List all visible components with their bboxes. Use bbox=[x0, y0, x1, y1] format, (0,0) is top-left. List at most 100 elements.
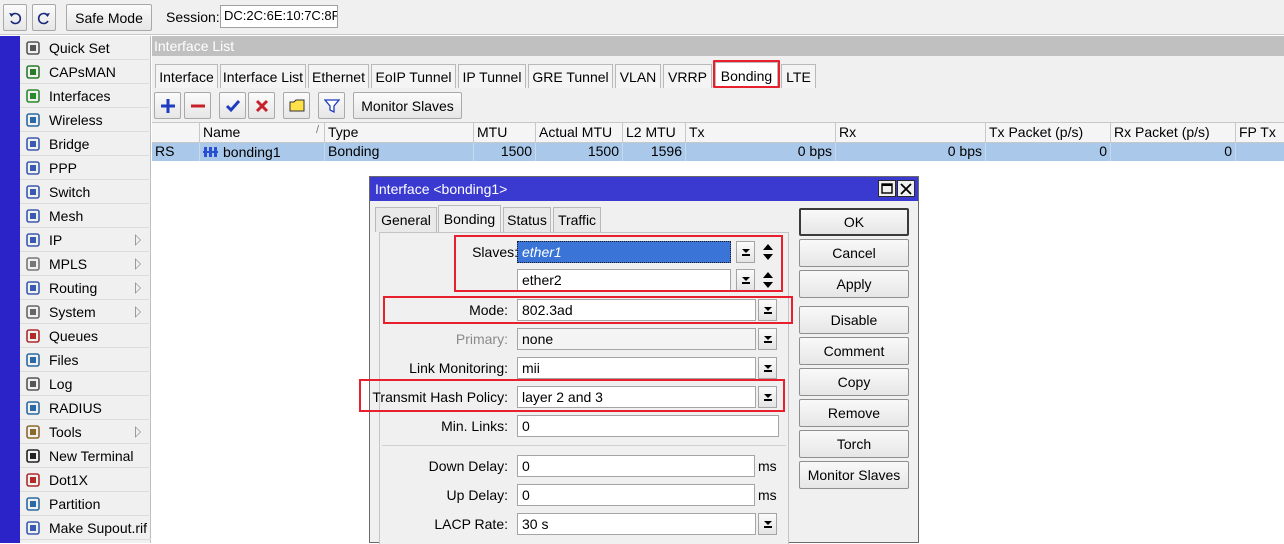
enable-button[interactable] bbox=[219, 92, 246, 119]
up-delay-input[interactable]: 0 bbox=[517, 484, 755, 506]
copy-button[interactable]: Copy bbox=[799, 368, 909, 396]
tab-lte[interactable]: LTE bbox=[781, 64, 816, 88]
tab-eoip-tunnel[interactable]: EoIP Tunnel bbox=[371, 64, 456, 88]
tab-interface-list[interactable]: Interface List bbox=[220, 64, 306, 88]
tab-label: Ethernet bbox=[312, 68, 365, 85]
tab-gre-tunnel[interactable]: GRE Tunnel bbox=[528, 64, 613, 88]
sidebar-item-files[interactable]: Files bbox=[20, 348, 151, 372]
sidebar-item-dot1x[interactable]: Dot1X bbox=[20, 468, 151, 492]
column-tx-packet[interactable]: Tx Packet (p/s) bbox=[986, 123, 1111, 143]
sidebar-item-partition[interactable]: Partition bbox=[20, 492, 151, 516]
link-monitoring-select[interactable]: mii bbox=[517, 357, 756, 379]
dialog-tab-status[interactable]: Status bbox=[503, 207, 551, 232]
remove-button[interactable]: Remove bbox=[799, 399, 909, 427]
tab-ip-tunnel[interactable]: IP Tunnel bbox=[458, 64, 526, 88]
sidebar-item-mpls[interactable]: MPLS bbox=[20, 252, 151, 276]
comment-button[interactable]: Comment bbox=[799, 337, 909, 365]
monitor-slaves-button[interactable]: Monitor Slaves bbox=[353, 92, 462, 119]
sidebar-item-ppp[interactable]: PPP bbox=[20, 156, 151, 180]
cell-flags: RS bbox=[152, 143, 200, 161]
button-label: Monitor Slaves bbox=[807, 467, 901, 483]
dialog-tab-traffic[interactable]: Traffic bbox=[553, 207, 601, 232]
sidebar-item-label: Tools bbox=[49, 423, 82, 440]
system-icon bbox=[24, 303, 42, 321]
sidebar-item-tools[interactable]: Tools bbox=[20, 420, 151, 444]
sidebar-item-wireless[interactable]: Wireless bbox=[20, 108, 151, 132]
column-rx-packet[interactable]: Rx Packet (p/s) bbox=[1111, 123, 1236, 143]
lacp-rate-select[interactable]: 30 s bbox=[517, 513, 756, 535]
sidebar-item-make-supout-rif[interactable]: Make Supout.rif bbox=[20, 516, 151, 540]
redo-button[interactable] bbox=[32, 4, 56, 31]
torch-button[interactable]: Torch bbox=[799, 430, 909, 458]
submenu-arrow-icon bbox=[135, 234, 141, 246]
tab-interface[interactable]: Interface bbox=[155, 64, 218, 88]
session-label: Session: bbox=[166, 9, 220, 25]
table-row[interactable]: RS bonding1 Bonding 1500 1500 1596 0 bps… bbox=[152, 143, 1284, 161]
sidebar-item-label: MPLS bbox=[49, 255, 88, 272]
cancel-button[interactable]: Cancel bbox=[799, 239, 909, 267]
sidebar-item-bridge[interactable]: Bridge bbox=[20, 132, 151, 156]
link-monitoring-dropdown[interactable] bbox=[758, 357, 777, 379]
capsman-icon bbox=[24, 63, 42, 81]
interface-dialog: Interface <bonding1> General Bonding Sta… bbox=[359, 176, 919, 544]
remove-button[interactable] bbox=[184, 92, 211, 119]
dialog-tab-bonding[interactable]: Bonding bbox=[438, 205, 501, 232]
sidebar-item-switch[interactable]: Switch bbox=[20, 180, 151, 204]
disable-button[interactable] bbox=[248, 92, 275, 119]
dropdown-arrow-icon bbox=[763, 336, 772, 343]
sidebar-item-queues[interactable]: Queues bbox=[20, 324, 151, 348]
close-button[interactable] bbox=[897, 180, 915, 197]
column-fp-tx[interactable]: FP Tx bbox=[1236, 123, 1284, 143]
mode-highlight bbox=[383, 296, 793, 324]
column-flags[interactable] bbox=[152, 123, 200, 143]
sidebar-item-mesh[interactable]: Mesh bbox=[20, 204, 151, 228]
button-label: OK bbox=[843, 214, 865, 230]
column-type[interactable]: Type bbox=[325, 123, 474, 143]
undo-button[interactable] bbox=[3, 4, 27, 31]
sidebar-item-label: Mesh bbox=[49, 207, 84, 224]
sidebar-item-interfaces[interactable]: Interfaces bbox=[20, 84, 151, 108]
tab-vlan[interactable]: VLAN bbox=[615, 64, 661, 88]
sidebar-item-ip[interactable]: IP bbox=[20, 228, 151, 252]
primary-dropdown[interactable] bbox=[758, 328, 777, 350]
section-divider bbox=[382, 445, 786, 446]
sidebar-item-quick-set[interactable]: Quick Set bbox=[20, 36, 151, 60]
column-rx[interactable]: Rx bbox=[836, 123, 986, 143]
min-links-input[interactable]: 0 bbox=[517, 415, 779, 437]
sidebar-item-label: CAPsMAN bbox=[49, 63, 116, 80]
sidebar-item-routing[interactable]: Routing bbox=[20, 276, 151, 300]
session-field[interactable]: DC:2C:6E:10:7C:8F bbox=[220, 5, 338, 28]
safe-mode-button[interactable]: Safe Mode bbox=[66, 4, 152, 31]
apply-button[interactable]: Apply bbox=[799, 270, 909, 298]
maximize-icon bbox=[881, 183, 893, 194]
sidebar-item-new-terminal[interactable]: New Terminal bbox=[20, 444, 151, 468]
primary-select[interactable]: none bbox=[517, 328, 756, 350]
add-button[interactable] bbox=[154, 92, 181, 119]
ok-button[interactable]: OK bbox=[799, 208, 909, 236]
column-mtu[interactable]: MTU bbox=[474, 123, 536, 143]
monitor-slaves-button[interactable]: Monitor Slaves bbox=[799, 461, 909, 489]
filter-button[interactable] bbox=[318, 92, 345, 119]
disable-button[interactable]: Disable bbox=[799, 306, 909, 334]
tab-ethernet[interactable]: Ethernet bbox=[308, 64, 369, 88]
down-delay-input[interactable]: 0 bbox=[517, 455, 755, 477]
column-tx[interactable]: Tx bbox=[686, 123, 836, 143]
dropdown-arrow-icon bbox=[763, 365, 772, 372]
column-name[interactable]: Name / bbox=[200, 123, 325, 143]
column-l2-mtu[interactable]: L2 MTU bbox=[623, 123, 686, 143]
tab-label: General bbox=[381, 212, 431, 228]
comment-button[interactable] bbox=[283, 92, 310, 119]
interfaces-icon bbox=[24, 87, 42, 105]
lacp-rate-dropdown[interactable] bbox=[758, 513, 777, 535]
column-actual-mtu[interactable]: Actual MTU bbox=[536, 123, 623, 143]
maximize-button[interactable] bbox=[878, 180, 896, 197]
sidebar-item-label: PPP bbox=[49, 159, 78, 176]
tab-vrrp[interactable]: VRRP bbox=[663, 64, 712, 88]
sidebar-item-capsman[interactable]: CAPsMAN bbox=[20, 60, 151, 84]
sidebar-item-system[interactable]: System bbox=[20, 300, 151, 324]
routing-icon bbox=[24, 279, 42, 297]
tab-label: Interface List bbox=[222, 68, 304, 85]
sidebar-item-radius[interactable]: RADIUS bbox=[20, 396, 151, 420]
dialog-tab-general[interactable]: General bbox=[375, 207, 437, 232]
sidebar-item-log[interactable]: Log bbox=[20, 372, 151, 396]
